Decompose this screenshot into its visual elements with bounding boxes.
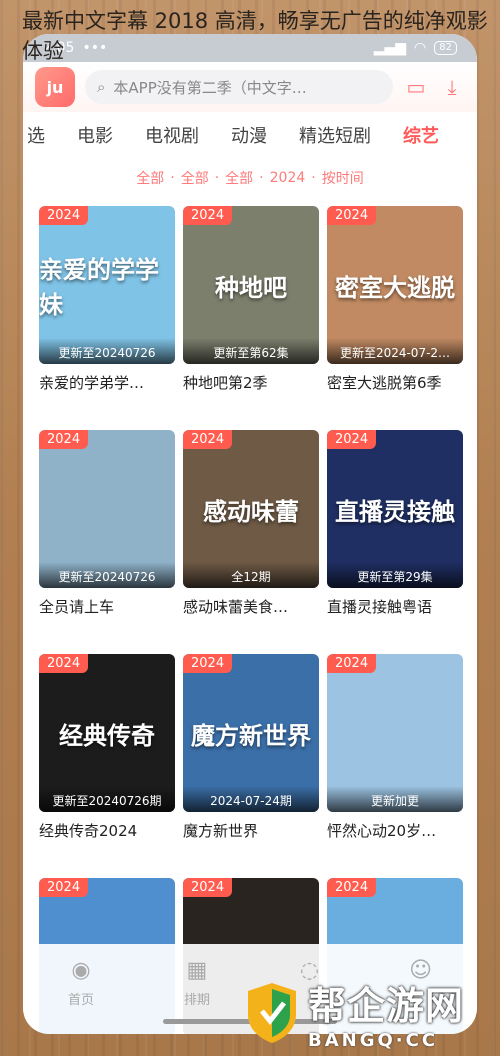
update-status: 更新至2024-07-2… <box>327 338 463 364</box>
filter-separator: · <box>259 170 264 186</box>
filter-separator: · <box>311 170 316 186</box>
update-status: 更新至20240726期 <box>39 786 175 812</box>
content-card[interactable]: 直播灵接触 2024 更新至第29集 直播灵接触粤语 <box>327 430 463 654</box>
card-title[interactable]: 全员请上车 <box>39 588 175 617</box>
update-status: 更新至第62集 <box>183 338 319 364</box>
search-icon: ⌕ <box>97 78 106 96</box>
filter-separator: · <box>214 170 220 186</box>
filter-type[interactable]: 全部 <box>136 168 164 188</box>
watermark-en: BANGQ·CC <box>308 1030 439 1051</box>
card-title[interactable]: 种地吧第2季 <box>183 364 319 393</box>
year-badge: 2024 <box>39 654 89 673</box>
filter-genre[interactable]: 全部 <box>225 168 253 188</box>
year-badge: 2024 <box>327 654 377 673</box>
nav-schedule[interactable]: ▦ 排期 <box>184 958 210 1008</box>
home-icon: ◉ <box>71 958 91 983</box>
content-card[interactable]: 2024 更新至20240726 全员请上车 <box>39 430 175 654</box>
poster-thumbnail[interactable]: 魔方新世界 2024 2024-07-24期 <box>183 654 319 812</box>
content-card[interactable]: 魔方新世界 2024 2024-07-24期 魔方新世界 <box>183 654 319 878</box>
tv-cast-icon[interactable]: ▭ <box>403 74 429 100</box>
card-title[interactable]: 经典传奇2024 <box>39 812 175 841</box>
poster-thumbnail[interactable]: 亲爱的学学妹 2024 更新至20240726 <box>39 206 175 364</box>
year-badge: 2024 <box>183 878 233 897</box>
year-badge: 2024 <box>39 878 89 897</box>
card-title[interactable]: 密室大逃脱第6季 <box>327 364 463 393</box>
poster-thumbnail[interactable]: 经典传奇 2024 更新至20240726期 <box>39 654 175 812</box>
poster-thumbnail[interactable]: 密室大逃脱 2024 更新至2024-07-2… <box>327 206 463 364</box>
watermark-cn: 帮企游网 <box>308 984 465 1028</box>
tab-tv-series[interactable]: 电视剧 <box>129 122 215 148</box>
tab-short-drama[interactable]: 精选短剧 <box>283 122 387 148</box>
year-badge: 2024 <box>327 878 377 897</box>
year-badge: 2024 <box>327 206 377 225</box>
card-title[interactable]: 怦然心动20岁… <box>327 812 463 841</box>
poster-thumbnail[interactable]: 2024 更新至20240726 <box>39 430 175 588</box>
phone-screen: 2:05 ••• ▂▄▆ ◠ 82 ju ⌕ 本APP没有第二季（中文字… ▭ … <box>23 34 477 1034</box>
update-status: 更新至20240726 <box>39 562 175 588</box>
nav-home-label: 首页 <box>67 993 94 1008</box>
card-title[interactable]: 感动味蕾美食… <box>183 588 319 617</box>
content-card[interactable]: 2024 更新加更 怦然心动20岁… <box>327 654 463 878</box>
update-status: 更新至第29集 <box>327 562 463 588</box>
year-badge: 2024 <box>327 430 377 449</box>
content-card[interactable]: 经典传奇 2024 更新至20240726期 经典传奇2024 <box>39 654 175 878</box>
shield-logo-icon <box>244 981 300 1045</box>
nav-home[interactable]: ◉ 首页 <box>68 958 94 1008</box>
nav-schedule-label: 排期 <box>183 993 210 1008</box>
watermark: 帮企游网 BANGQ·CC <box>244 974 494 1052</box>
card-title[interactable]: 魔方新世界 <box>183 812 319 841</box>
filter-separator: · <box>170 170 175 186</box>
year-badge: 2024 <box>183 654 233 673</box>
update-status: 更新至20240726 <box>39 338 175 364</box>
update-status: 2024-07-24期 <box>183 786 319 812</box>
content-card[interactable]: 亲爱的学学妹 2024 更新至20240726 亲爱的学弟学… <box>39 206 175 430</box>
year-badge: 2024 <box>183 206 233 225</box>
year-badge: 2024 <box>39 430 89 449</box>
tab-variety[interactable]: 综艺 <box>387 122 455 148</box>
top-bar: ju ⌕ 本APP没有第二季（中文字… ▭ ⤓ <box>23 62 477 112</box>
tab-anime[interactable]: 动漫 <box>215 122 283 148</box>
update-status: 全12期 <box>183 562 319 588</box>
card-title[interactable]: 直播灵接触粤语 <box>327 588 463 617</box>
content-card[interactable]: 感动味蕾 2024 全12期 感动味蕾美食… <box>183 430 319 654</box>
poster-thumbnail[interactable]: 感动味蕾 2024 全12期 <box>183 430 319 588</box>
poster-thumbnail[interactable]: 2024 更新加更 <box>327 654 463 812</box>
poster-thumbnail[interactable]: 直播灵接触 2024 更新至第29集 <box>327 430 463 588</box>
download-icon[interactable]: ⤓ <box>439 74 465 100</box>
poster-thumbnail[interactable]: 种地吧 2024 更新至第62集 <box>183 206 319 364</box>
search-input[interactable]: ⌕ 本APP没有第二季（中文字… <box>85 70 393 104</box>
search-placeholder: 本APP没有第二季（中文字… <box>113 78 307 97</box>
image-caption: 最新中文字幕 2018 高清，畅享无广告的纯净观影体验 <box>22 9 488 63</box>
category-tabs: 选 电影 电视剧 动漫 精选短剧 综艺 <box>23 112 477 158</box>
content-grid: 亲爱的学学妹 2024 更新至20240726 亲爱的学弟学… 种地吧 2024… <box>23 198 477 1034</box>
year-badge: 2024 <box>39 206 89 225</box>
filter-year[interactable]: 2024 <box>270 170 306 186</box>
filter-sort[interactable]: 按时间 <box>322 168 364 188</box>
tab-movies[interactable]: 电影 <box>61 122 129 148</box>
app-logo[interactable]: ju <box>35 67 75 107</box>
card-title[interactable]: 亲爱的学弟学… <box>39 364 175 393</box>
year-badge: 2024 <box>183 430 233 449</box>
filter-bar: 全部 · 全部 · 全部 · 2024 · 按时间 <box>23 158 477 198</box>
filter-region[interactable]: 全部 <box>181 168 209 188</box>
tab-featured[interactable]: 选 <box>23 122 61 148</box>
content-card[interactable]: 密室大逃脱 2024 更新至2024-07-2… 密室大逃脱第6季 <box>327 206 463 430</box>
update-status: 更新加更 <box>327 786 463 812</box>
calendar-icon: ▦ <box>186 958 208 983</box>
content-card[interactable]: 种地吧 2024 更新至第62集 种地吧第2季 <box>183 206 319 430</box>
